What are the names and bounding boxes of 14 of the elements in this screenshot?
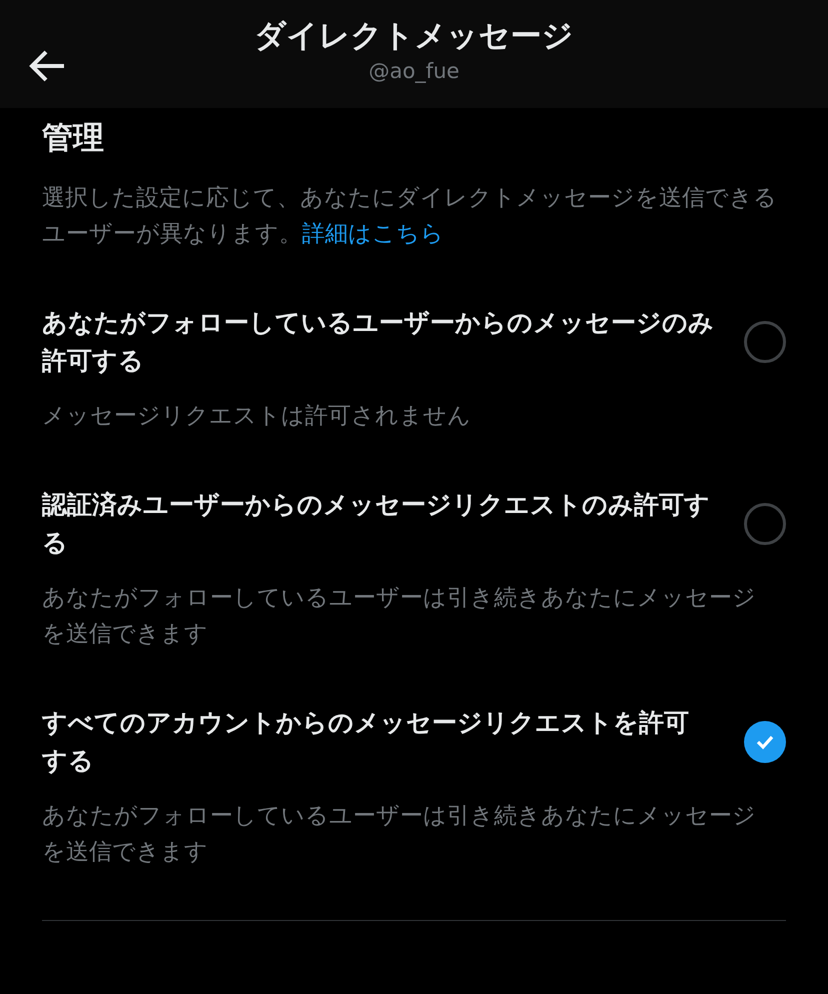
username: @ao_fue <box>368 59 460 84</box>
radio-button[interactable] <box>744 503 786 546</box>
option-note: あなたがフォローしているユーザーは引き続きあなたにメッセージを送信できます <box>42 802 757 868</box>
learn-more-link[interactable]: 詳細はこちら <box>302 221 444 248</box>
option-label: すべてのアカウントからのメッセージリクエストを許可する <box>42 707 690 778</box>
section-title: 管理 <box>42 119 105 158</box>
option-note: あなたがフォローしているユーザーは引き続きあなたにメッセージを送信できます <box>42 584 757 650</box>
option-label: あなたがフォローしているユーザーからのメッセージのみ許可する <box>42 307 714 378</box>
section-description: 選択した設定に応じて、あなたにダイレクトメッセージを送信できるユーザーが異なります。詳細はこちら <box>42 184 778 250</box>
page-title: ダイレクトメッセージ <box>254 18 574 55</box>
option-label: 認証済みユーザーからのメッセージリクエストのみ許可する <box>42 489 711 560</box>
radio-checked[interactable] <box>744 721 786 764</box>
option-note: メッセージリクエストは許可されません <box>42 402 472 432</box>
radio-button[interactable] <box>744 321 786 364</box>
